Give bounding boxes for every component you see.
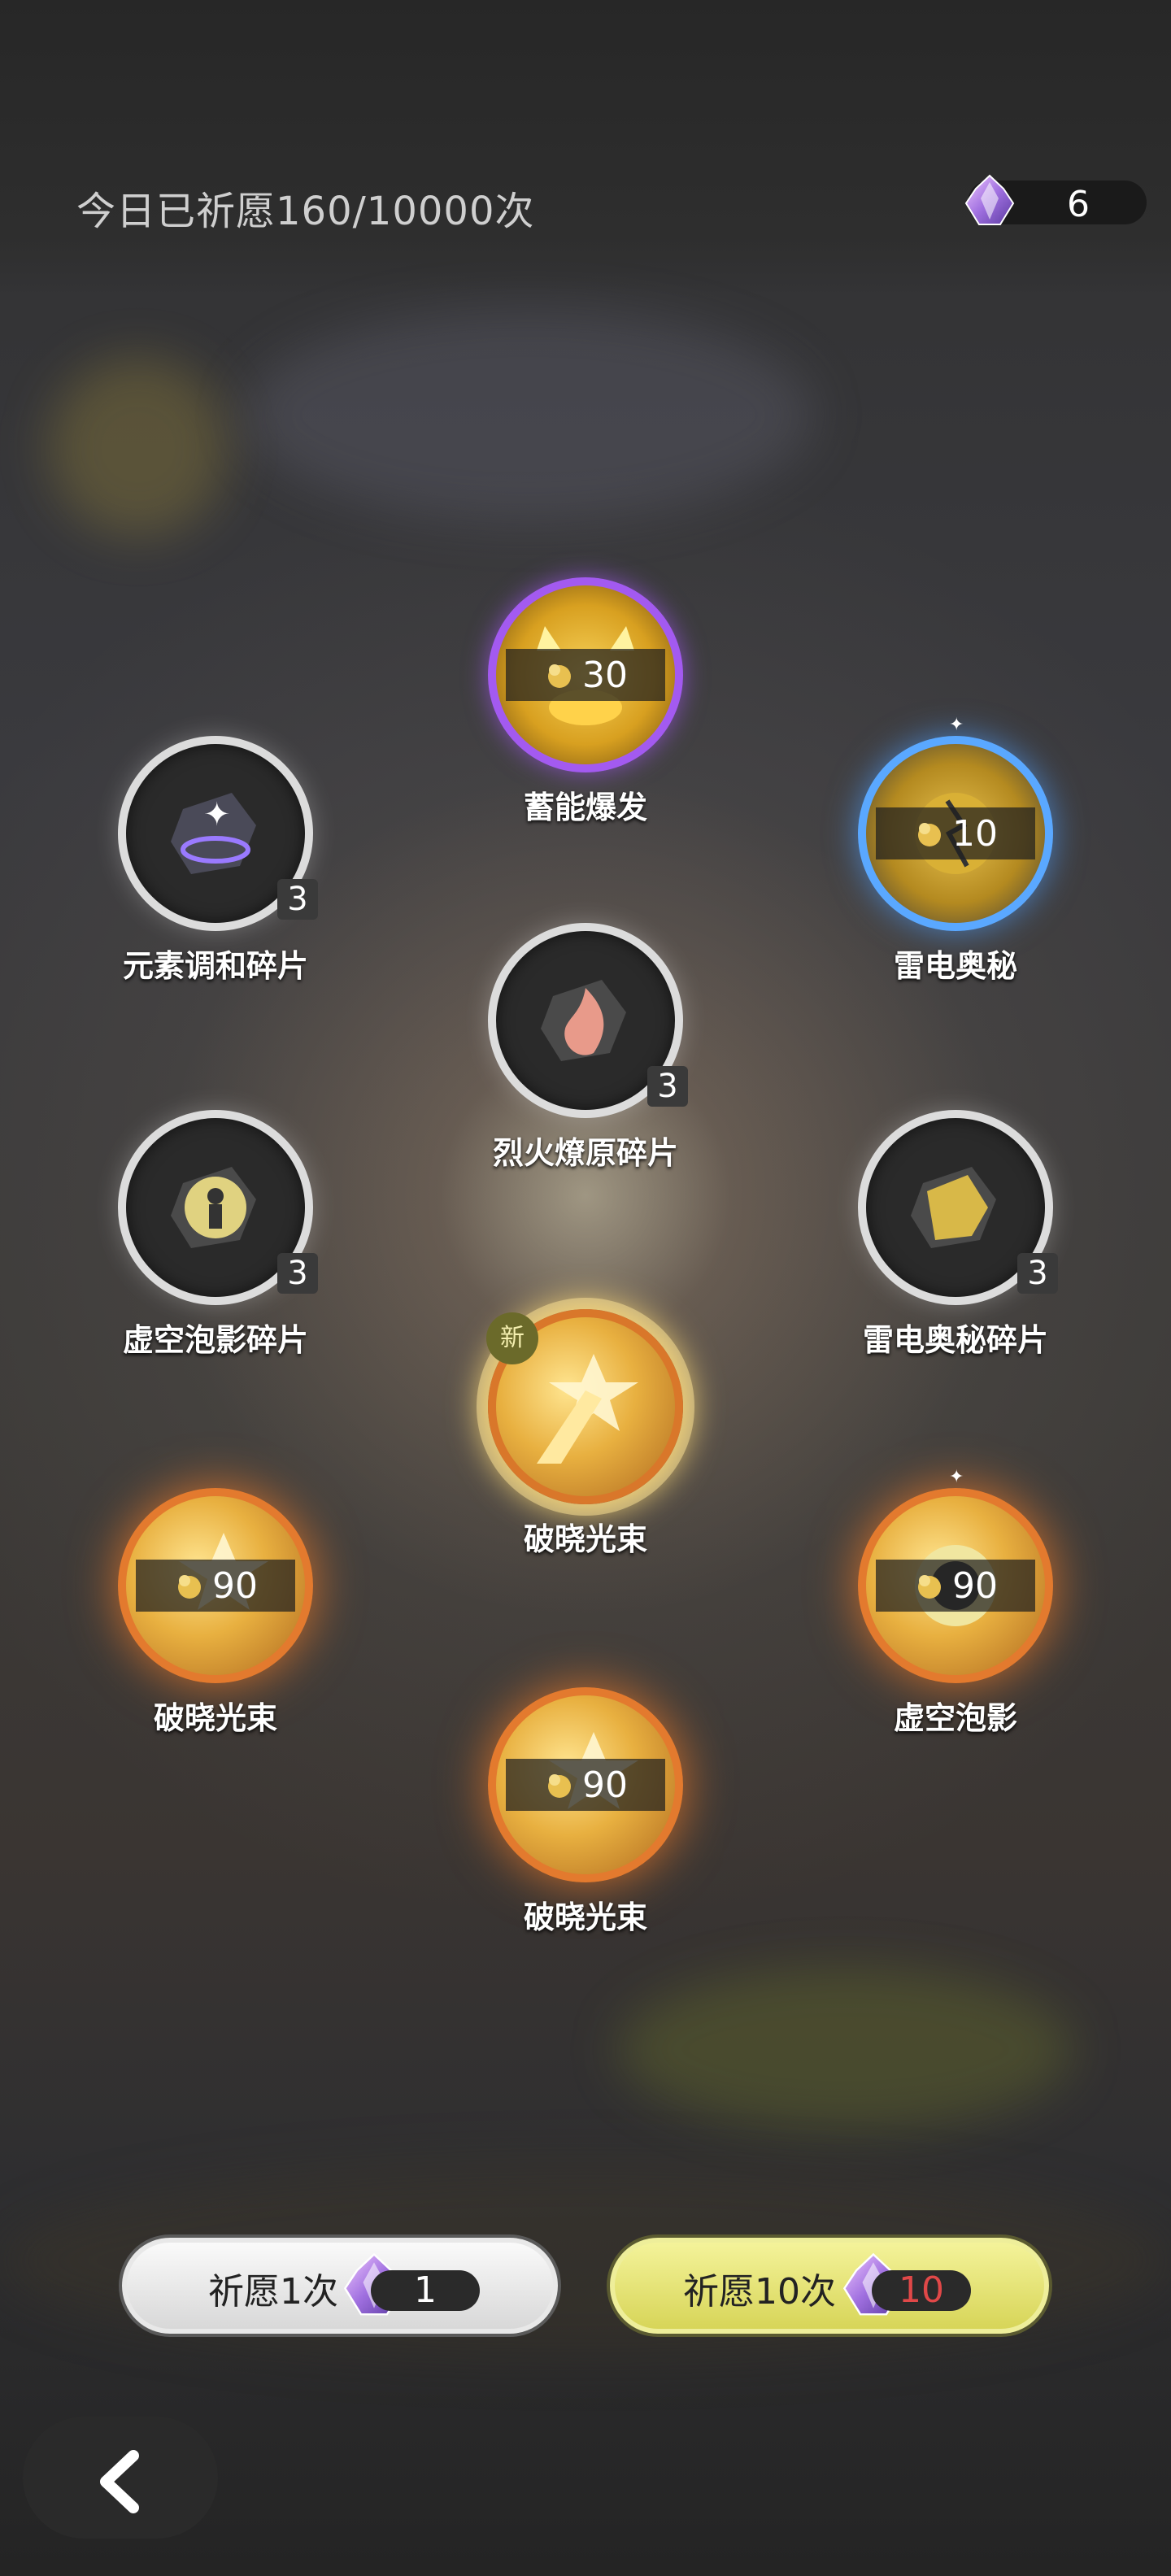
amount-value: 10 — [952, 812, 998, 855]
reward-label: 破晓光束 — [523, 1899, 647, 1935]
reward-ring: 90 — [118, 1488, 313, 1683]
reward-label: 雷电奥秘碎片 — [862, 1322, 1048, 1358]
wish-once-cost: 1 — [371, 2270, 480, 2311]
amount-band: 90 — [506, 1759, 665, 1811]
svg-text:✦: ✦ — [203, 796, 231, 833]
wish-once-button[interactable]: 祈愿1次 1 — [122, 2238, 558, 2334]
reward-ring: 90 — [858, 1488, 1053, 1683]
fire-shard-icon — [541, 980, 626, 1061]
reward-label: 蓄能爆发 — [523, 790, 647, 825]
reward-label: 虚空泡影碎片 — [122, 1322, 308, 1358]
reward-ring: 30 — [488, 577, 683, 772]
thunder-shard-icon — [911, 1167, 996, 1248]
reward-label: 虚空泡影 — [893, 1700, 1017, 1736]
quantity-badge: 3 — [277, 879, 318, 920]
coin-icon — [548, 664, 571, 688]
wish-ten-button[interactable]: 祈愿10次 10 — [610, 2238, 1049, 2334]
reward-label: 破晓光束 — [153, 1700, 277, 1736]
quantity-badge: 3 — [1017, 1253, 1058, 1294]
amount-value: 90 — [582, 1764, 628, 1806]
sparkle-icon: ✦ — [949, 715, 964, 735]
reward-label: 烈火燎原碎片 — [492, 1135, 678, 1171]
background-blur — [618, 1968, 1073, 2130]
reward-label: 雷电奥秘 — [893, 948, 1017, 984]
coin-icon — [918, 823, 941, 846]
crystal-icon — [964, 174, 1015, 225]
amount-value: 90 — [952, 1564, 998, 1607]
currency-value: 6 — [1067, 184, 1090, 225]
quantity-badge: 3 — [277, 1253, 318, 1294]
amount-band: 30 — [506, 649, 665, 701]
dawn-beam-icon — [537, 1354, 638, 1464]
top-bar — [0, 0, 1171, 293]
void-shard-icon — [171, 1167, 256, 1248]
amount-value: 30 — [582, 654, 628, 696]
coin-icon — [548, 1774, 571, 1798]
background-blur — [244, 309, 813, 520]
amount-value: 90 — [212, 1564, 258, 1607]
amount-band: 10 — [876, 807, 1035, 859]
quantity-badge: 3 — [647, 1066, 688, 1107]
currency-display: 6 — [964, 174, 1147, 225]
back-button[interactable] — [23, 2417, 218, 2539]
sparkle-icon: ✦ — [949, 1467, 964, 1487]
wish-ten-cost-value: 10 — [899, 2269, 944, 2311]
reward-ring: 10 — [858, 736, 1053, 931]
wish-once-label: 祈愿1次 — [208, 2271, 338, 2313]
element-shard-icon: ✦ — [171, 793, 256, 874]
coin-icon — [178, 1575, 201, 1599]
reward-label: 元素调和碎片 — [122, 948, 308, 984]
chevron-left-icon — [100, 2450, 139, 2513]
new-badge: 新 — [486, 1312, 538, 1364]
wish-once-cost-value: 1 — [414, 2269, 437, 2311]
background-blur — [49, 358, 228, 537]
wish-ten-cost: 10 — [872, 2270, 971, 2311]
amount-band: 90 — [876, 1560, 1035, 1612]
coin-icon — [918, 1575, 941, 1599]
wish-ten-label: 祈愿10次 — [683, 2271, 836, 2313]
amount-band: 90 — [136, 1560, 295, 1612]
reward-ring: 90 — [488, 1687, 683, 1882]
daily-wish-counter: 今日已祈愿160/10000次 — [76, 189, 535, 234]
reward-label: 破晓光束 — [523, 1521, 647, 1557]
